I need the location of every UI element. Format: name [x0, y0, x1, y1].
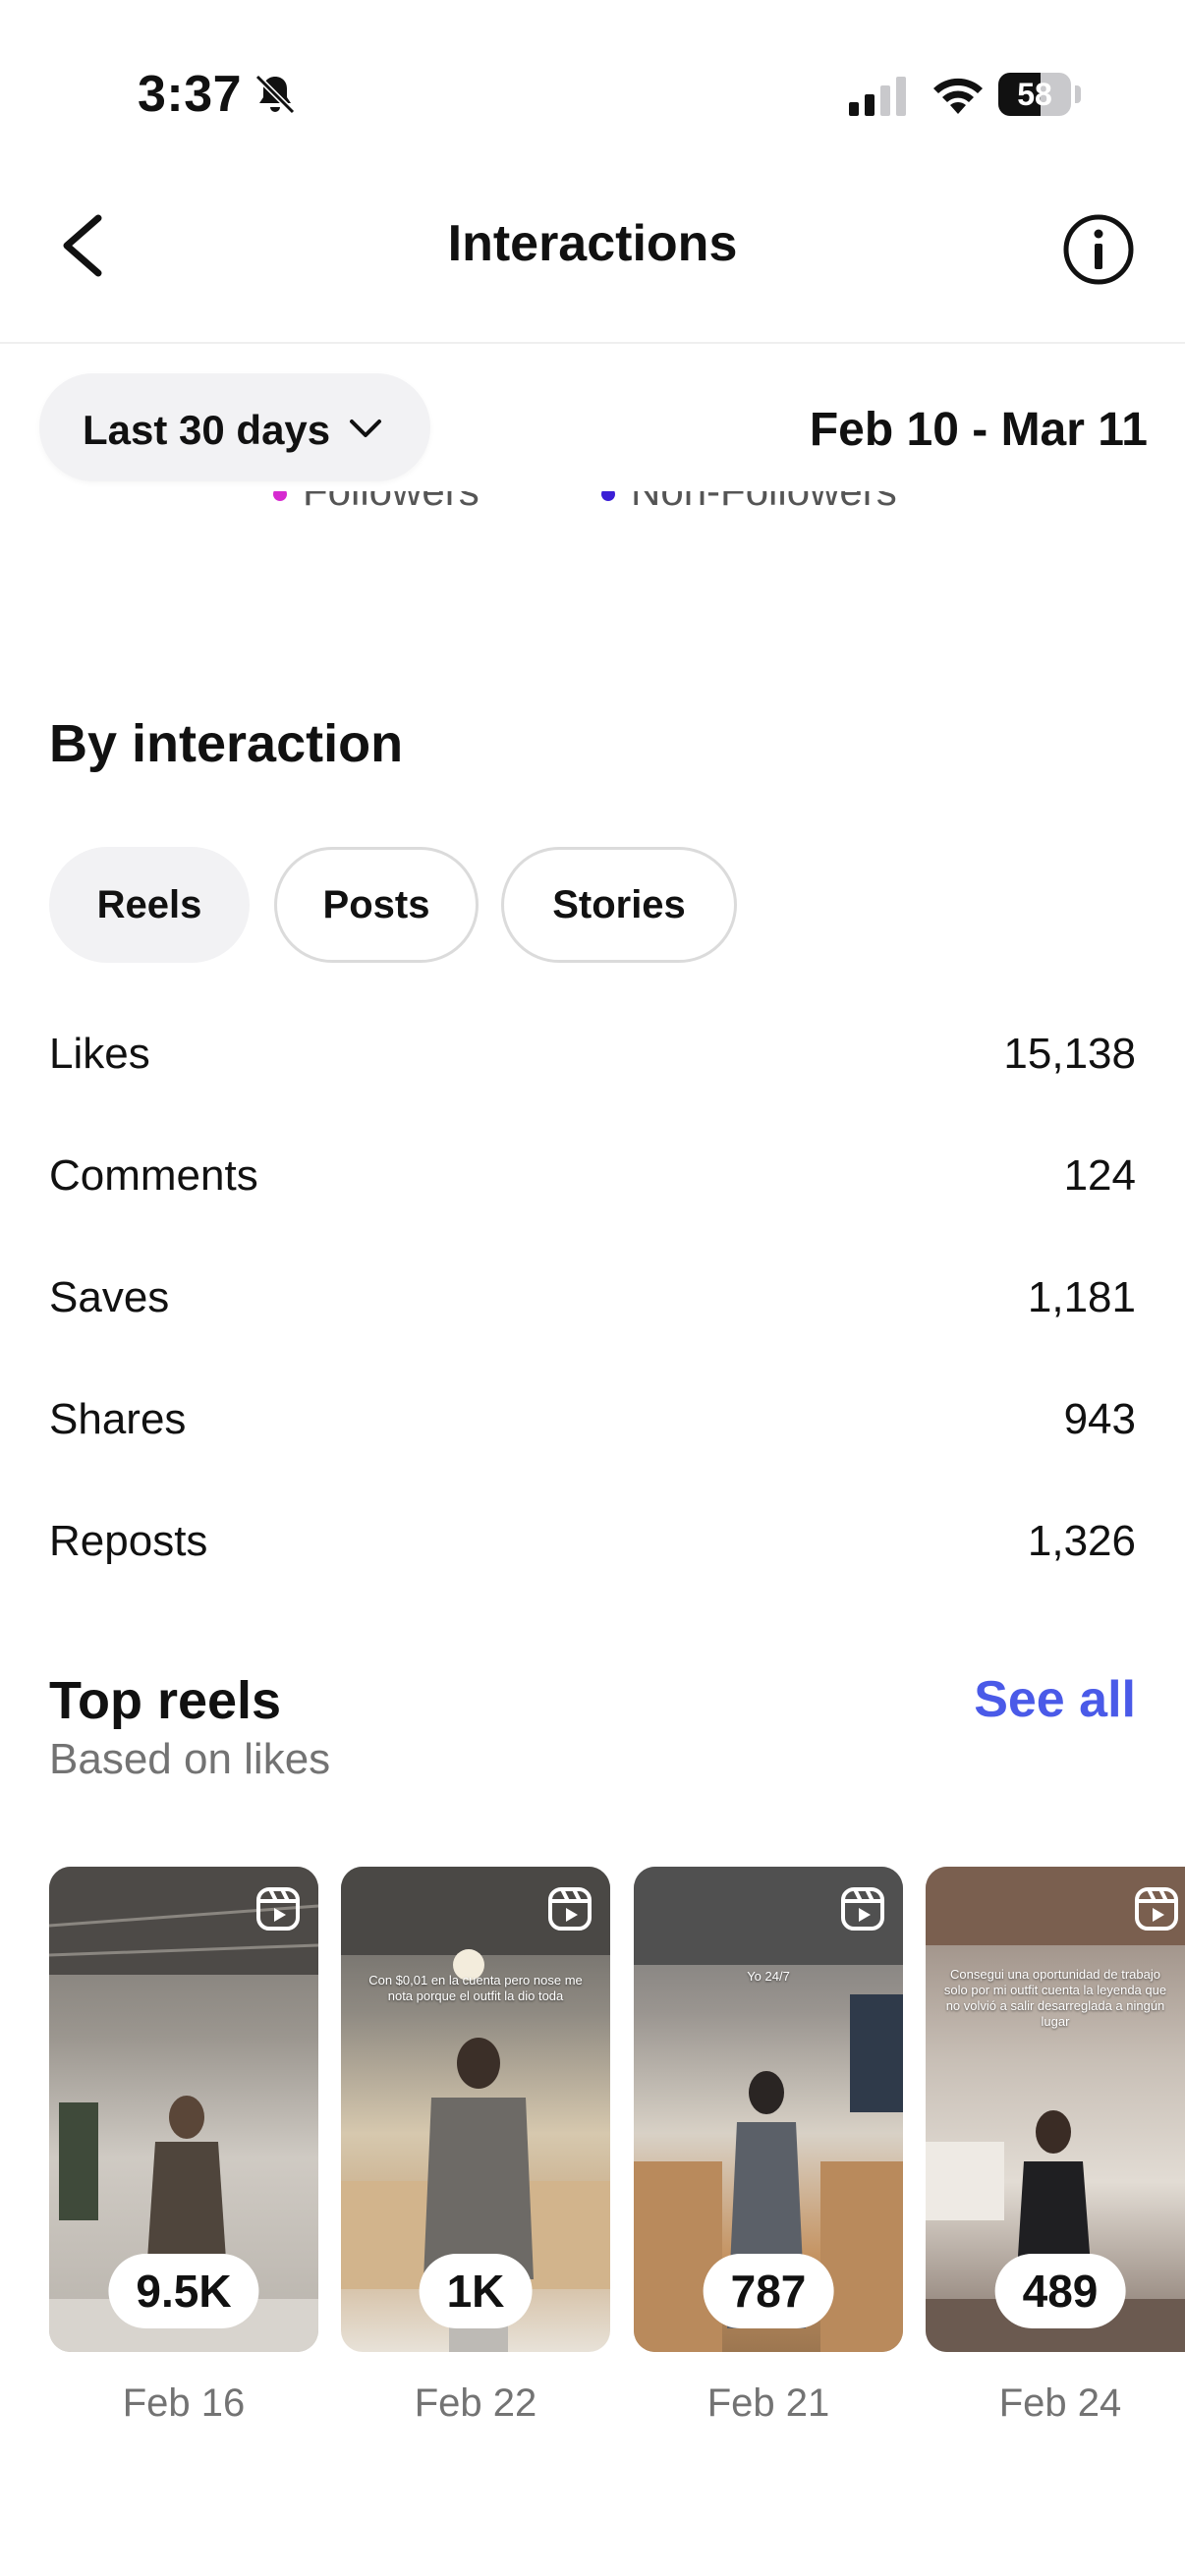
- reel-like-count: 9.5K: [108, 2254, 259, 2328]
- reel-date: Feb 22: [414, 2381, 537, 2425]
- reel-caption: Con $0,01 en la cuenta pero nose me nota…: [368, 1973, 583, 2003]
- bell-muted-icon: [254, 74, 296, 115]
- battery-icon: 58: [998, 73, 1081, 116]
- tab-reels[interactable]: Reels: [49, 847, 250, 963]
- reel-date: Feb 16: [122, 2381, 246, 2425]
- reel-date: Feb 24: [998, 2381, 1122, 2425]
- section-title-by-interaction: By interaction: [49, 714, 404, 773]
- chevron-down-icon: [350, 420, 381, 437]
- metric-likes-value: 15,138: [1003, 1030, 1136, 1078]
- top-reels-subtitle: Based on likes: [49, 1735, 331, 1783]
- battery-percent: 58: [1017, 77, 1052, 112]
- see-all-link[interactable]: See all: [974, 1670, 1136, 1729]
- reel-like-count: 1K: [419, 2254, 533, 2328]
- legend-followers: Followers: [273, 491, 509, 540]
- reel-caption: Yo 24/7: [747, 1969, 790, 1984]
- metric-reposts-label: Reposts: [49, 1517, 208, 1565]
- metric-reposts-value: 1,326: [1027, 1517, 1136, 1565]
- reel-like-count: 489: [994, 2254, 1126, 2328]
- tab-stories[interactable]: Stories: [501, 847, 737, 963]
- metric-comments-value: 124: [1063, 1151, 1136, 1200]
- legend-non-followers-label: Non-Followers: [631, 491, 897, 514]
- reel-caption: Consegui una oportunidad de trabajo solo…: [943, 1967, 1167, 2029]
- tab-posts[interactable]: Posts: [274, 847, 479, 963]
- metric-saves-value: 1,181: [1027, 1273, 1136, 1321]
- reels-icon: [548, 1887, 592, 1931]
- metric-shares-label: Shares: [49, 1395, 187, 1443]
- reels-icon: [841, 1887, 884, 1931]
- wifi-icon: [933, 78, 983, 114]
- reel-thumbnail[interactable]: 9.5K: [49, 1867, 318, 2352]
- section-title-top-reels: Top reels: [49, 1671, 282, 1730]
- date-range-text: Feb 10 - Mar 11: [809, 404, 1148, 456]
- legend-followers-label: Followers: [303, 491, 480, 514]
- metric-likes-label: Likes: [49, 1030, 150, 1078]
- reel-thumbnail[interactable]: Yo 24/7 787: [634, 1867, 903, 2352]
- reel-date: Feb 21: [706, 2381, 830, 2425]
- legend-non-followers: Non-Followers: [601, 491, 935, 540]
- cellular-signal-icon: [849, 77, 906, 116]
- info-icon[interactable]: [1061, 212, 1136, 287]
- metric-comments-label: Comments: [49, 1151, 258, 1200]
- reels-icon: [256, 1887, 300, 1931]
- status-time: 3:37: [138, 66, 243, 123]
- reel-like-count: 787: [703, 2254, 834, 2328]
- reel-thumbnail[interactable]: Consegui una oportunidad de trabajo solo…: [926, 1867, 1185, 2352]
- date-range-label: Last 30 days: [83, 407, 331, 453]
- header-divider: [0, 342, 1185, 344]
- page-title: Interactions: [447, 215, 738, 272]
- reels-icon: [1135, 1887, 1178, 1931]
- metric-saves-label: Saves: [49, 1273, 170, 1321]
- metric-shares-value: 943: [1063, 1395, 1136, 1443]
- reel-thumbnail[interactable]: Con $0,01 en la cuenta pero nose me nota…: [341, 1867, 610, 2352]
